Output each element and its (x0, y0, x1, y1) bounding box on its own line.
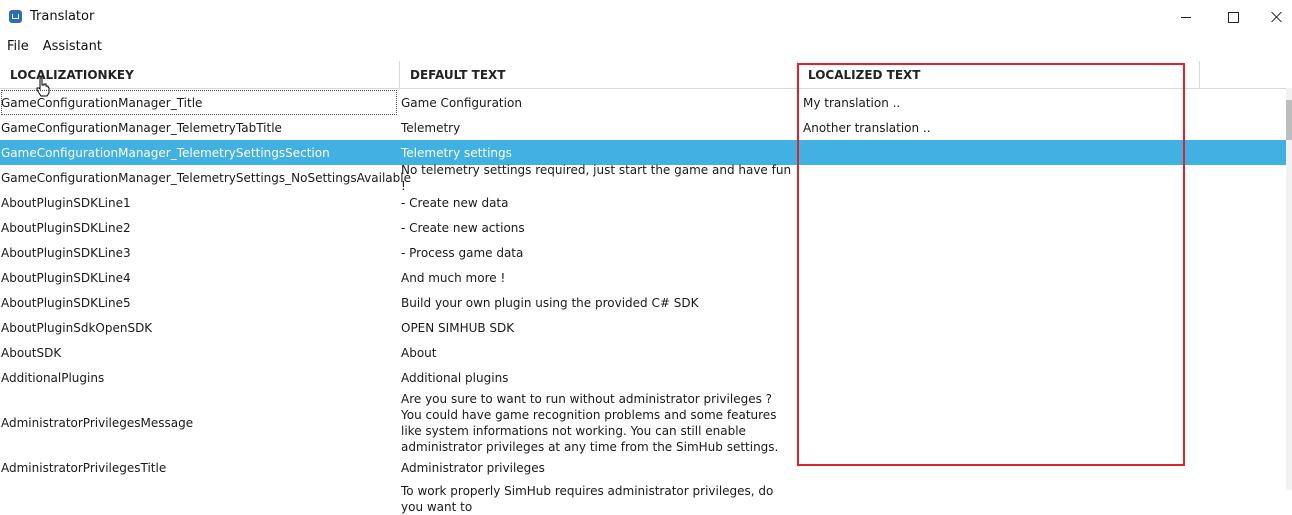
column-header-localization-key[interactable]: LOCALIZATIONKEY (0, 61, 400, 88)
localization-key-cell: AdministratorPrivilegesMessage (1, 415, 194, 430)
localized-text-cell[interactable] (803, 315, 1193, 340)
table-row[interactable]: GameConfigurationManager_Title Game Confi… (0, 90, 1286, 115)
default-text-cell: Additional plugins (401, 370, 509, 385)
default-text-cell: Build your own plugin using the provided… (401, 295, 699, 310)
vertical-scrollbar[interactable] (1286, 88, 1292, 490)
table-row[interactable]: AboutSDK About (0, 340, 1286, 365)
localized-text-cell[interactable] (803, 390, 1193, 455)
table-row[interactable]: To work properly SimHub requires adminis… (0, 480, 1286, 514)
scrollbar-thumb[interactable] (1286, 100, 1292, 140)
table-row[interactable]: AboutPluginSDKLine4 And much more ! (0, 265, 1286, 290)
close-button[interactable] (1254, 0, 1292, 34)
menu-assistant[interactable]: Assistant (36, 36, 109, 58)
default-text-cell: - Process game data (401, 245, 524, 260)
default-text-cell: Are you sure to want to run without admi… (401, 391, 779, 454)
localized-text-cell[interactable] (803, 455, 1193, 480)
default-text-cell: - Create new data (401, 195, 509, 210)
localized-text-cell[interactable]: My translation .. (803, 90, 1193, 115)
default-text-cell: No telemetry settings required, just sta… (401, 162, 792, 193)
default-text-cell: To work properly SimHub requires adminis… (401, 484, 774, 514)
localization-key-cell: AboutPluginSDKLine2 (1, 220, 131, 235)
localization-key-cell: AboutPluginSDKLine4 (1, 270, 131, 285)
column-header-filler (1200, 61, 1292, 88)
table-row[interactable]: AboutPluginSDKLine5 Build your own plugin… (0, 290, 1286, 315)
localization-key-cell: GameConfigurationManager_TelemetrySettin… (1, 170, 411, 185)
localization-key-cell: GameConfigurationManager_TelemetryTabTit… (1, 120, 282, 135)
default-text-cell: - Create new actions (401, 220, 525, 235)
table-header: LOCALIZATIONKEY DEFAULT TEXT LOCALIZED T… (0, 61, 1292, 89)
localized-text-cell[interactable] (803, 290, 1193, 315)
close-icon (1271, 11, 1283, 23)
title-bar: Translator (0, 0, 1292, 34)
localization-key-cell: AboutPluginSDKLine3 (1, 245, 131, 260)
localization-key-cell (1, 480, 397, 505)
default-text-cell: Game Configuration (401, 95, 522, 110)
table-row[interactable]: AdditionalPlugins Additional plugins (0, 365, 1286, 390)
table-row[interactable]: AdministratorPrivilegesMessage Are you su… (0, 390, 1286, 455)
localization-key-cell: AboutPluginSDKLine1 (1, 195, 131, 210)
table-row[interactable]: AboutPluginSDKLine2 - Create new actions (0, 215, 1286, 240)
localization-key-cell: AboutPluginSDKLine5 (1, 295, 131, 310)
table-row[interactable]: AboutPluginSDKLine1 - Create new data (0, 190, 1286, 215)
localized-text-cell[interactable] (803, 240, 1193, 265)
localized-text-cell[interactable] (803, 165, 1193, 190)
table-row[interactable]: AboutPluginSdkOpenSDK OPEN SIMHUB SDK (0, 315, 1286, 340)
menu-file[interactable]: File (0, 36, 36, 58)
localized-text-cell[interactable] (803, 140, 1193, 165)
localization-key-cell: AboutPluginSdkOpenSDK (1, 320, 153, 335)
default-text-cell: Telemetry (401, 120, 461, 135)
localization-key-cell: AdministratorPrivilegesTitle (1, 460, 167, 475)
default-text-cell: About (401, 345, 437, 360)
maximize-icon (1227, 11, 1239, 23)
maximize-button[interactable] (1210, 0, 1256, 34)
default-text-cell: Administrator privileges (401, 460, 545, 475)
table-row[interactable]: GameConfigurationManager_TelemetryTabTit… (0, 115, 1286, 140)
localized-text-cell[interactable] (803, 265, 1193, 290)
minimize-button[interactable] (1163, 0, 1209, 34)
localization-key-cell: GameConfigurationManager_TelemetrySettin… (1, 145, 330, 160)
localization-key-cell: GameConfigurationManager_Title (1, 90, 397, 115)
localized-text-cell[interactable]: Another translation .. (803, 115, 1193, 140)
localization-key-cell: AboutSDK (1, 345, 62, 360)
table-row[interactable]: GameConfigurationManager_TelemetrySettin… (0, 162, 1286, 193)
column-header-localized-text[interactable]: LOCALIZED TEXT (798, 61, 1200, 88)
table-row[interactable]: AdministratorPrivilegesTitle Administrato… (0, 455, 1286, 480)
default-text-cell: OPEN SIMHUB SDK (401, 320, 515, 335)
localized-text-cell[interactable] (803, 365, 1193, 390)
table-row[interactable]: AboutPluginSDKLine3 - Process game data (0, 240, 1286, 265)
minimize-icon (1181, 16, 1191, 18)
menu-bar: File Assistant (0, 36, 109, 58)
localized-text-cell[interactable] (803, 190, 1193, 215)
localized-text-cell[interactable] (803, 480, 1193, 505)
localized-text-cell[interactable] (803, 340, 1193, 365)
localized-text-cell[interactable] (803, 215, 1193, 240)
column-header-default-text[interactable]: DEFAULT TEXT (400, 61, 798, 88)
localization-key-cell: AdditionalPlugins (1, 370, 105, 385)
translation-table-body: GameConfigurationManager_Title Game Confi… (0, 90, 1286, 514)
window-title: Translator (30, 9, 95, 24)
default-text-cell: And much more ! (401, 270, 506, 285)
app-icon (9, 10, 22, 23)
